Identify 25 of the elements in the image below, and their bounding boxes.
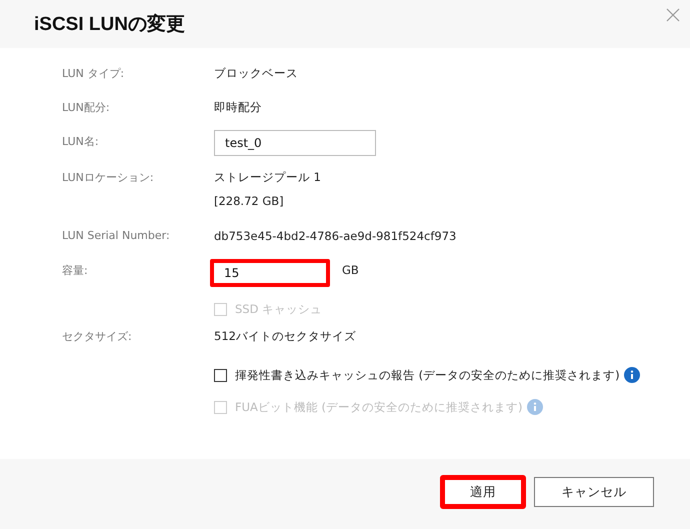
unit-label: GB bbox=[342, 262, 359, 277]
checkbox-label: 揮発性書き込みキャッシュの報告 (データの安全のために推奨されます) bbox=[235, 368, 620, 382]
field-label: セクタサイズ: bbox=[62, 329, 133, 345]
checkbox[interactable] bbox=[214, 368, 227, 382]
field-label: LUN Serial Number: bbox=[62, 228, 171, 244]
apply-button[interactable]: 適用 bbox=[440, 475, 526, 509]
field-label: LUN タイプ: bbox=[62, 66, 126, 82]
cancel-button[interactable]: キャンセル bbox=[534, 477, 654, 507]
field-label: LUN名: bbox=[62, 134, 100, 150]
info-icon[interactable] bbox=[624, 367, 640, 383]
field-value: db753e45-4bd2-4786-ae9d-981f524cf973 bbox=[214, 229, 456, 243]
checkbox-label: FUAビット機能 (データの安全のために推奨されます) bbox=[235, 400, 523, 414]
checkbox-label: SSD キャッシュ bbox=[235, 302, 322, 316]
field-value: ブロックベース bbox=[214, 66, 298, 81]
input-field[interactable]: test_0 bbox=[214, 130, 376, 156]
close-icon[interactable] bbox=[666, 8, 680, 22]
field-label: LUNロケーション: bbox=[62, 170, 155, 186]
dialog-title: iSCSI LUNの変更 bbox=[34, 12, 185, 37]
field-value: ストレージプール 1 bbox=[214, 170, 321, 185]
field-label: LUN配分: bbox=[62, 100, 111, 116]
input-field[interactable]: 15 bbox=[210, 259, 330, 287]
field-label: 容量: bbox=[62, 263, 89, 279]
field-value: 512バイトのセクタサイズ bbox=[214, 329, 356, 344]
field-value: [228.72 GB] bbox=[214, 194, 285, 208]
field-value: 即時配分 bbox=[214, 100, 262, 115]
